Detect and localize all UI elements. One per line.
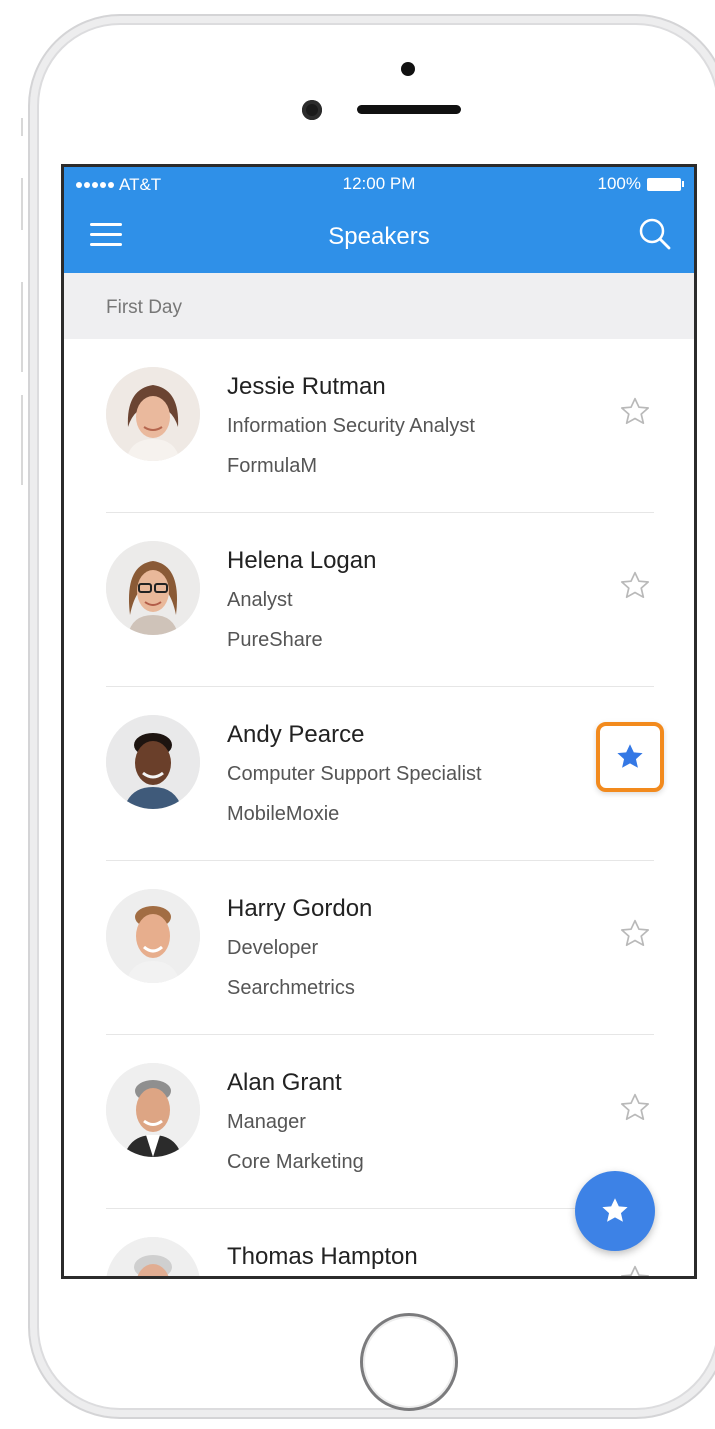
speaker-company: Core Marketing — [227, 1151, 364, 1173]
device-edge — [21, 395, 23, 485]
speaker-role: Information Security Analyst — [227, 415, 475, 437]
speaker-role: Analyst — [227, 589, 293, 611]
avatar — [106, 541, 200, 635]
speaker-role: Manager — [227, 1111, 306, 1133]
star-filled-icon — [617, 744, 643, 768]
favorite-star-icon[interactable] — [618, 1263, 652, 1276]
speaker-role: Developer — [227, 937, 319, 959]
page: AT&T 12:00 PM 100% Speakers First Day Je… — [0, 0, 715, 1429]
device-edge — [21, 178, 23, 230]
speaker-company: MobileMoxie — [227, 803, 340, 825]
battery-tip — [682, 181, 684, 187]
speaker-name: Andy Pearce — [227, 721, 365, 748]
favorite-star-icon[interactable] — [618, 569, 652, 603]
speaker-row[interactable]: Helena Logan Analyst PureShare — [64, 513, 694, 687]
speaker-row[interactable]: Harry Gordon Developer Searchmetrics — [64, 861, 694, 1035]
section-title: First Day — [106, 297, 182, 318]
avatar — [106, 1063, 200, 1157]
avatar — [106, 889, 200, 983]
app-bar: AT&T 12:00 PM 100% Speakers — [64, 167, 694, 273]
screen: AT&T 12:00 PM 100% Speakers First Day Je… — [61, 164, 697, 1279]
speaker-name: Jessie Rutman — [227, 373, 386, 400]
speaker-name: Helena Logan — [227, 547, 377, 574]
favorite-star-icon[interactable] — [618, 395, 652, 429]
speaker-role: Computer Support Specialist — [227, 763, 482, 785]
front-camera — [302, 100, 322, 120]
favorites-fab-button[interactable] — [575, 1171, 655, 1251]
device-edge — [21, 282, 23, 372]
section-header: First Day — [64, 273, 694, 339]
sensor-dot — [401, 62, 415, 76]
page-title: Speakers — [328, 223, 430, 250]
avatar — [106, 1237, 200, 1276]
battery: 100% — [598, 174, 684, 194]
device-edge — [21, 118, 23, 136]
favorite-star-icon[interactable] — [618, 1091, 652, 1125]
favorite-star-icon[interactable] — [618, 917, 652, 951]
battery-icon — [647, 177, 681, 191]
earpiece — [357, 105, 461, 114]
search-icon[interactable] — [638, 217, 672, 251]
speaker-company: PureShare — [227, 629, 323, 651]
speaker-company: Searchmetrics — [227, 977, 355, 999]
home-button[interactable] — [360, 1313, 458, 1411]
speaker-name: Alan Grant — [227, 1069, 342, 1096]
star-icon — [602, 1198, 628, 1222]
speaker-company: FormulaM — [227, 455, 318, 477]
speaker-name: Harry Gordon — [227, 895, 373, 922]
speaker-name: Thomas Hampton — [227, 1243, 418, 1270]
avatar — [106, 715, 200, 809]
favorite-star-button-active[interactable] — [596, 722, 664, 792]
status-bar: AT&T 12:00 PM 100% — [64, 167, 694, 201]
battery-label: 100% — [597, 174, 641, 193]
avatar — [106, 367, 200, 461]
speaker-row[interactable]: Jessie Rutman Information Security Analy… — [64, 339, 694, 513]
